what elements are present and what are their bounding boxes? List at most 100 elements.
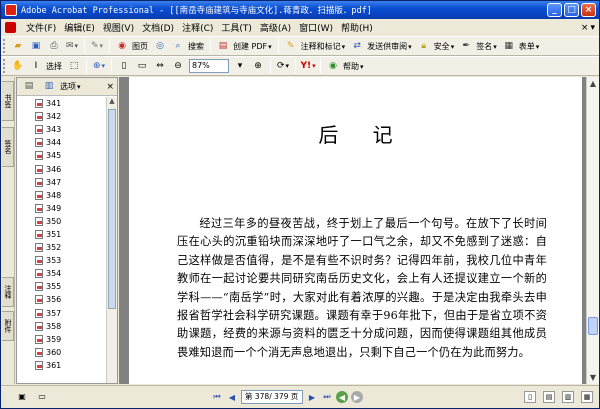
zoom-dropdown-icon[interactable]: ▾	[233, 59, 247, 73]
minimize-button[interactable]: _	[547, 3, 562, 17]
tab-bookmarks[interactable]: 书签	[2, 81, 14, 121]
delete-bookmark-icon[interactable]: ▥	[42, 80, 56, 94]
comment-markup-icon[interactable]: ✎	[284, 39, 298, 53]
select-label[interactable]: 选择	[46, 61, 62, 72]
bookmark-item[interactable]: 359	[17, 333, 107, 346]
open-folder-icon[interactable]: ▰	[11, 39, 25, 53]
yahoo-icon[interactable]: Y!	[300, 59, 315, 73]
maximize-button[interactable]: □	[564, 3, 579, 17]
facing-icon[interactable]: ▥	[562, 391, 574, 403]
fit-page-icon[interactable]: ▭	[135, 59, 149, 73]
close-panel-icon[interactable]: ×	[106, 82, 114, 92]
menu-edit[interactable]: 编辑(E)	[60, 21, 99, 34]
create-pdf-button[interactable]: 创建 PDF	[233, 41, 272, 52]
expand-bookmark-icon[interactable]: ▤	[22, 80, 36, 94]
zoom-out-icon[interactable]: ⊖	[171, 59, 185, 73]
bookmark-item[interactable]: 341	[17, 97, 107, 110]
fit-width-icon[interactable]: ⇔	[153, 59, 167, 73]
single-page-icon[interactable]: ▯	[524, 391, 536, 403]
acrobat-app-icon[interactable]	[5, 4, 17, 16]
first-page-icon[interactable]: ⏮	[211, 391, 223, 403]
go-back-icon[interactable]: ◀	[336, 391, 348, 403]
snapshot-icon[interactable]: ⬚	[67, 59, 81, 73]
actual-size-icon[interactable]: ▯	[117, 59, 131, 73]
help-toggle[interactable]: ×	[581, 23, 595, 33]
send-review-icon[interactable]: ⇄	[350, 39, 364, 53]
menu-advanced[interactable]: 高级(A)	[256, 21, 295, 34]
menu-help[interactable]: 帮助(H)	[337, 21, 377, 34]
bookmarks-scrollbar[interactable]: ▲	[106, 97, 117, 383]
secure-button[interactable]: 安全	[434, 41, 455, 52]
select-text-icon[interactable]: Ⅰ	[29, 59, 43, 73]
save-icon[interactable]: ▣	[29, 39, 43, 53]
menu-file[interactable]: 文件(F)	[22, 21, 60, 34]
menu-comments[interactable]: 注释(C)	[178, 21, 217, 34]
zoom-in-small-icon[interactable]: ⊕	[251, 59, 265, 73]
previous-page-icon[interactable]: ◀	[226, 391, 238, 403]
bookmark-item[interactable]: 358	[17, 320, 107, 333]
attach-icon[interactable]: ✎	[90, 39, 104, 53]
email-icon[interactable]: ✉	[65, 39, 79, 53]
go-forward-icon[interactable]: ▶	[351, 391, 363, 403]
bookmark-item[interactable]: 361	[17, 359, 107, 372]
document-icon[interactable]	[5, 22, 16, 33]
bookmark-item[interactable]: 355	[17, 280, 107, 293]
bookmark-item[interactable]: 342	[17, 110, 107, 123]
bookmark-item[interactable]: 349	[17, 202, 107, 215]
bookmark-item[interactable]: 351	[17, 228, 107, 241]
bookmark-item[interactable]: 350	[17, 215, 107, 228]
close-button[interactable]: ×	[581, 3, 596, 17]
tab-comments[interactable]: 注释	[2, 277, 14, 307]
scroll-thumb[interactable]	[108, 109, 116, 309]
bookmark-item[interactable]: 353	[17, 254, 107, 267]
hand-tool-icon[interactable]: ✋	[11, 59, 25, 73]
last-page-icon[interactable]: ⏭	[321, 391, 333, 403]
forms-icon[interactable]: ▦	[502, 39, 516, 53]
bookmark-item[interactable]: 344	[17, 136, 107, 149]
help-button[interactable]: 帮助	[343, 61, 364, 72]
bookmark-item[interactable]: 356	[17, 293, 107, 306]
bookmark-item[interactable]: 346	[17, 162, 107, 175]
toolbar-grip[interactable]	[3, 59, 7, 73]
sign-button[interactable]: 签名	[476, 41, 497, 52]
forms-button[interactable]: 表单	[519, 41, 540, 52]
page-size-icon[interactable]: ▭	[35, 390, 49, 404]
tab-signatures[interactable]: 签名	[2, 127, 14, 167]
help-icon[interactable]: ◉	[326, 59, 340, 73]
zoom-field[interactable]: 87%	[189, 59, 229, 73]
continuous-facing-icon[interactable]: ▦	[581, 391, 593, 403]
print-icon[interactable]: ⎙	[47, 39, 61, 53]
page-layout-icon[interactable]: ▣	[15, 390, 29, 404]
bookmark-item[interactable]: 347	[17, 176, 107, 189]
bookmark-item[interactable]: 348	[17, 189, 107, 202]
lock-icon[interactable]: 🔒︎	[417, 39, 431, 53]
bookmark-item[interactable]: 354	[17, 267, 107, 280]
send-review-button[interactable]: 发送供审阅	[367, 41, 412, 52]
menu-view[interactable]: 视图(V)	[99, 21, 138, 34]
zoom-in-icon[interactable]: ⊕	[92, 59, 106, 73]
document-scrollbar[interactable]: ▲ ▼	[586, 77, 599, 384]
options-menu[interactable]: 选项	[60, 81, 81, 92]
create-pdf-icon[interactable]: ▤	[216, 39, 230, 53]
menu-document[interactable]: 文档(D)	[138, 21, 178, 34]
menu-window[interactable]: 窗口(W)	[295, 21, 337, 34]
print-page-icon[interactable]: ◉	[115, 39, 129, 53]
print-page-label[interactable]: 图页	[132, 41, 148, 52]
comment-markup-button[interactable]: 注释和标记	[301, 41, 346, 52]
scroll-up-icon[interactable]: ▲	[587, 77, 599, 90]
bookmark-item[interactable]: 345	[17, 149, 107, 162]
bookmark-item[interactable]: 360	[17, 346, 107, 359]
next-page-icon[interactable]: ▶	[306, 391, 318, 403]
tab-attachments[interactable]: 附件	[2, 311, 14, 341]
scroll-up-icon[interactable]: ▲	[107, 97, 117, 107]
rotate-icon[interactable]: ⟳	[276, 59, 290, 73]
find-icon[interactable]: ◎	[153, 39, 167, 53]
sign-pen-icon[interactable]: ✒	[459, 39, 473, 53]
bookmark-item[interactable]: 352	[17, 241, 107, 254]
menu-tools[interactable]: 工具(T)	[217, 21, 256, 34]
search-icon[interactable]: ⌕	[171, 39, 185, 53]
bookmark-item[interactable]: 357	[17, 307, 107, 320]
page-number-field[interactable]: 第 378/ 379 页	[241, 390, 303, 404]
bookmark-item[interactable]: 343	[17, 123, 107, 136]
continuous-icon[interactable]: ▤	[543, 391, 555, 403]
